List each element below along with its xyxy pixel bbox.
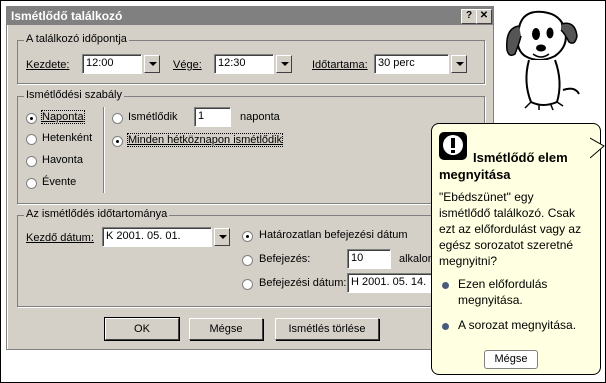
monthly-radio[interactable] bbox=[26, 156, 37, 167]
help-button[interactable]: ? bbox=[461, 9, 477, 24]
dialog-title: Ismétlődő találkozó bbox=[11, 9, 123, 23]
balloon-body-line3: ezt az előfordulást vagy az bbox=[439, 222, 582, 236]
assistant-balloon: Ismétlődő elem megnyitása "Ebédszünet" e… bbox=[431, 123, 601, 375]
balloon-title-line1: Ismétlődő elem bbox=[473, 150, 568, 165]
duration-label: Időtartama: bbox=[312, 59, 368, 71]
range-start-dropdown-icon[interactable] bbox=[214, 228, 230, 246]
office-assistant-dog-icon[interactable] bbox=[495, 6, 585, 114]
duration-dropdown-icon[interactable] bbox=[451, 55, 467, 73]
every-weekday-radio[interactable] bbox=[112, 136, 123, 147]
remove-recurrence-button[interactable]: Ismétlés törlése bbox=[275, 318, 379, 340]
dialog-titlebar: Ismétlődő találkozó bbox=[7, 7, 493, 25]
every-n-days-input[interactable]: 1 bbox=[194, 107, 231, 127]
duration-input[interactable]: 30 perc bbox=[374, 54, 449, 74]
start-time-dropdown-icon[interactable] bbox=[144, 55, 160, 73]
option-open-occurrence-line2[interactable]: megnyitása. bbox=[458, 293, 523, 307]
balloon-body-line1: "Ebédszünet" egy bbox=[439, 190, 534, 204]
recurrence-dialog: Ismétlődő találkozó ? ✕ A találkozó időp… bbox=[6, 6, 494, 350]
recurrence-pattern-legend: Ismétlődési szabály bbox=[24, 89, 124, 101]
option-open-occurrence-line1[interactable]: Ezen előfordulás bbox=[458, 277, 547, 291]
option-open-occurrence-bullet-icon[interactable] bbox=[442, 282, 449, 289]
end-time-dropdown-icon[interactable] bbox=[276, 55, 292, 73]
balloon-body-line2: ismétlődő találkozó. Csak bbox=[439, 206, 576, 220]
recurrence-range-legend: Az ismétlődés időtartománya bbox=[24, 208, 170, 220]
pattern-divider bbox=[103, 107, 104, 193]
ok-button[interactable]: OK bbox=[104, 317, 180, 341]
exclamation-icon bbox=[439, 132, 467, 160]
balloon-body-line4: egész sorozatot szeretné bbox=[439, 238, 574, 252]
appointment-time-legend: A találkozó időpontja bbox=[24, 33, 129, 45]
no-end-radio[interactable] bbox=[242, 231, 253, 242]
option-open-series[interactable]: A sorozat megnyitása. bbox=[458, 318, 576, 332]
daily-radio[interactable] bbox=[26, 113, 37, 124]
end-after-input[interactable]: 10 bbox=[347, 249, 391, 269]
monthly-label[interactable]: Havonta bbox=[42, 154, 83, 166]
every-weekday-label[interactable]: Minden hétköznapon ismétlődik bbox=[126, 133, 284, 147]
end-after-radio[interactable] bbox=[242, 255, 253, 266]
balloon-tail bbox=[590, 137, 605, 159]
end-time-label: Vége: bbox=[173, 59, 202, 71]
balloon-title-line2: megnyitása bbox=[439, 167, 511, 182]
start-time-input[interactable]: 12:00 bbox=[82, 54, 142, 74]
end-after-label[interactable]: Befejezés: bbox=[259, 253, 310, 265]
yearly-radio[interactable] bbox=[26, 178, 37, 189]
no-end-label[interactable]: Határozatlan befejezési dátum bbox=[259, 229, 408, 241]
end-by-input[interactable]: H 2001. 05. 14. bbox=[347, 273, 437, 293]
every-n-days-radio[interactable] bbox=[112, 113, 123, 124]
end-by-radio[interactable] bbox=[242, 279, 253, 290]
yearly-label[interactable]: Évente bbox=[42, 176, 76, 188]
end-time-input[interactable]: 12:30 bbox=[214, 54, 274, 74]
range-start-input[interactable]: K 2001. 05. 01. bbox=[102, 227, 212, 247]
every-n-days-suffix: naponta bbox=[240, 111, 280, 123]
balloon-cancel-button[interactable]: Mégse bbox=[484, 350, 538, 369]
daily-label[interactable]: Naponta bbox=[41, 110, 85, 124]
weekly-label[interactable]: Hetenként bbox=[42, 132, 92, 144]
end-by-label[interactable]: Befejezési dátum: bbox=[259, 277, 346, 289]
balloon-body-line5: megnyitni? bbox=[439, 254, 498, 268]
range-start-label: Kezdő dátum: bbox=[26, 232, 94, 244]
every-n-days-label[interactable]: Ismétlődik bbox=[128, 111, 178, 123]
cancel-button[interactable]: Mégse bbox=[189, 318, 263, 340]
start-time-label: Kezdete: bbox=[26, 59, 70, 71]
weekly-radio[interactable] bbox=[26, 134, 37, 145]
option-open-series-bullet-icon[interactable] bbox=[442, 323, 449, 330]
close-button[interactable]: ✕ bbox=[476, 9, 492, 24]
